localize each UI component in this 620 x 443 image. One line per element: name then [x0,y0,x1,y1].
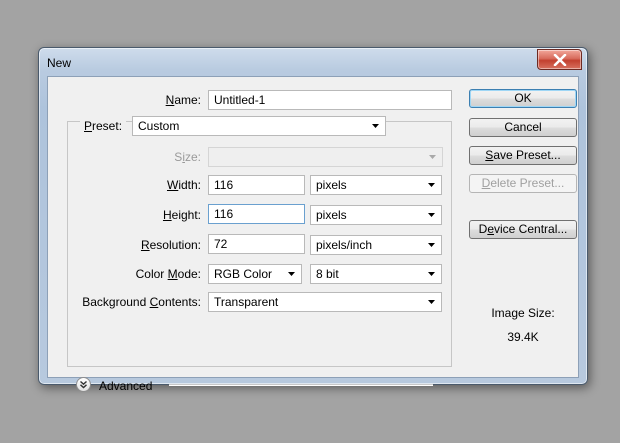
dialog-body: Name: Untitled-1 Preset: Custom Size: Wi… [47,76,579,393]
close-button[interactable] [537,49,582,70]
chevron-down-icon [428,213,435,217]
width-unit-select[interactable]: pixels [310,175,442,195]
size-label: Size: [174,150,201,164]
chevron-down-icon [288,272,295,276]
close-icon [553,53,566,66]
chevron-down-icon [428,272,435,276]
background-contents-value: Transparent [214,295,279,309]
resolution-unit-select[interactable]: pixels/inch [310,235,442,255]
image-size-value: 39.4K [507,330,539,344]
height-input[interactable]: 116 [208,204,305,224]
width-unit-value: pixels [316,178,347,192]
save-preset-button[interactable]: Save Preset... [469,146,577,165]
chevron-down-icon [372,124,379,128]
advanced-label: Advanced [99,379,153,393]
size-select[interactable] [208,147,443,167]
resolution-unit-value: pixels/inch [316,238,373,252]
color-mode-select[interactable]: RGB Color [208,264,302,284]
color-mode-value: RGB Color [214,267,273,281]
background-contents-label: Background Contents: [82,295,201,309]
dialog-title: New [47,56,72,70]
height-label: Height: [162,208,201,222]
double-chevron-down-icon [80,380,87,389]
chevron-down-icon [428,300,435,304]
color-mode-label: Color Mode: [135,267,201,281]
delete-preset-button[interactable]: Delete Preset... [469,174,577,193]
resolution-label: Resolution: [140,238,201,252]
height-unit-select[interactable]: pixels [310,205,442,225]
background-contents-select[interactable]: Transparent [208,292,442,312]
chevron-down-icon [429,155,436,159]
name-label: Name: [165,93,201,107]
new-document-dialog: New Name: Untitled-1 Preset: Custom Size… [38,47,588,393]
height-unit-value: pixels [316,208,347,222]
preset-label: Preset: [80,119,127,133]
resolution-input[interactable]: 72 [208,234,305,254]
advanced-divider [169,384,433,386]
bit-depth-value: 8 bit [316,267,339,281]
image-size-label: Image Size: [491,306,555,320]
device-central-button[interactable]: Device Central... [469,220,577,239]
chevron-down-icon [428,243,435,247]
cancel-button[interactable]: Cancel [469,118,577,137]
name-input[interactable]: Untitled-1 [208,90,452,110]
preset-value: Custom [138,119,180,133]
width-input[interactable]: 116 [208,175,305,195]
ok-button[interactable]: OK [469,89,577,108]
advanced-toggle-button[interactable] [76,377,91,392]
bit-depth-select[interactable]: 8 bit [310,264,442,284]
chevron-down-icon [428,183,435,187]
preset-select[interactable]: Custom [132,116,386,136]
width-label: Width: [166,178,201,192]
